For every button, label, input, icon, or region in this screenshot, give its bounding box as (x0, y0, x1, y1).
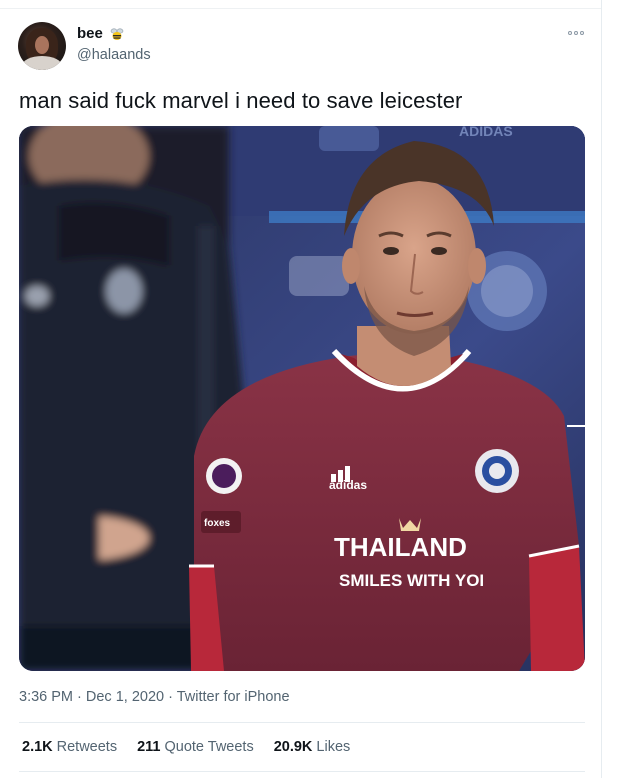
display-name[interactable]: bee (77, 25, 103, 42)
jersey-sponsor-line2: SMILES WITH YOI (339, 571, 484, 590)
jersey-sponsor-line1: THAILAND (334, 532, 467, 562)
handle[interactable]: @halaands (77, 47, 151, 63)
stats-bottom-divider (19, 771, 585, 772)
tweet-photo[interactable]: ADIDAS adidas THAILAND SMILES WITH YOI f… (19, 126, 585, 671)
tweet-date[interactable]: Dec 1, 2020 (86, 689, 164, 705)
likes-label: Likes (316, 739, 351, 755)
author-name-row[interactable]: bee (77, 25, 125, 42)
likes-stat[interactable]: 20.9K Likes (274, 739, 351, 755)
likes-count: 20.9K (273, 739, 313, 755)
retweets-stat[interactable]: 2.1K Retweets (22, 739, 117, 755)
bee-icon (109, 27, 125, 41)
tweet-text: man said fuck marvel i need to save leic… (19, 88, 463, 113)
engagement-stats: 2.1K Retweets 211 Quote Tweets 20.9K Lik… (22, 739, 350, 755)
top-divider (0, 8, 601, 9)
quotes-label: Quote Tweets (164, 739, 254, 755)
sleeve-patch-text: foxes (204, 518, 231, 529)
tweet-card: bee @halaands man said fuck marvel i nee… (0, 0, 602, 778)
retweets-count: 2.1K (22, 739, 53, 755)
jersey-brand: adidas (329, 478, 367, 492)
avatar[interactable] (18, 22, 66, 70)
quote-tweets-stat[interactable]: 211 Quote Tweets (137, 739, 254, 755)
tweet-source[interactable]: Twitter for iPhone (177, 689, 290, 705)
svg-text:ADIDAS: ADIDAS (459, 126, 513, 139)
stats-top-divider (19, 722, 585, 723)
source-separator: · (164, 689, 177, 705)
timestamp-separator: · (73, 689, 86, 705)
retweets-label: Retweets (56, 739, 118, 755)
timestamp-row: 3:36 PM · Dec 1, 2020 · Twitter for iPho… (19, 689, 290, 705)
quotes-count: 211 (137, 739, 161, 755)
tweet-time[interactable]: 3:36 PM (19, 689, 73, 705)
more-options-icon[interactable] (566, 26, 586, 40)
